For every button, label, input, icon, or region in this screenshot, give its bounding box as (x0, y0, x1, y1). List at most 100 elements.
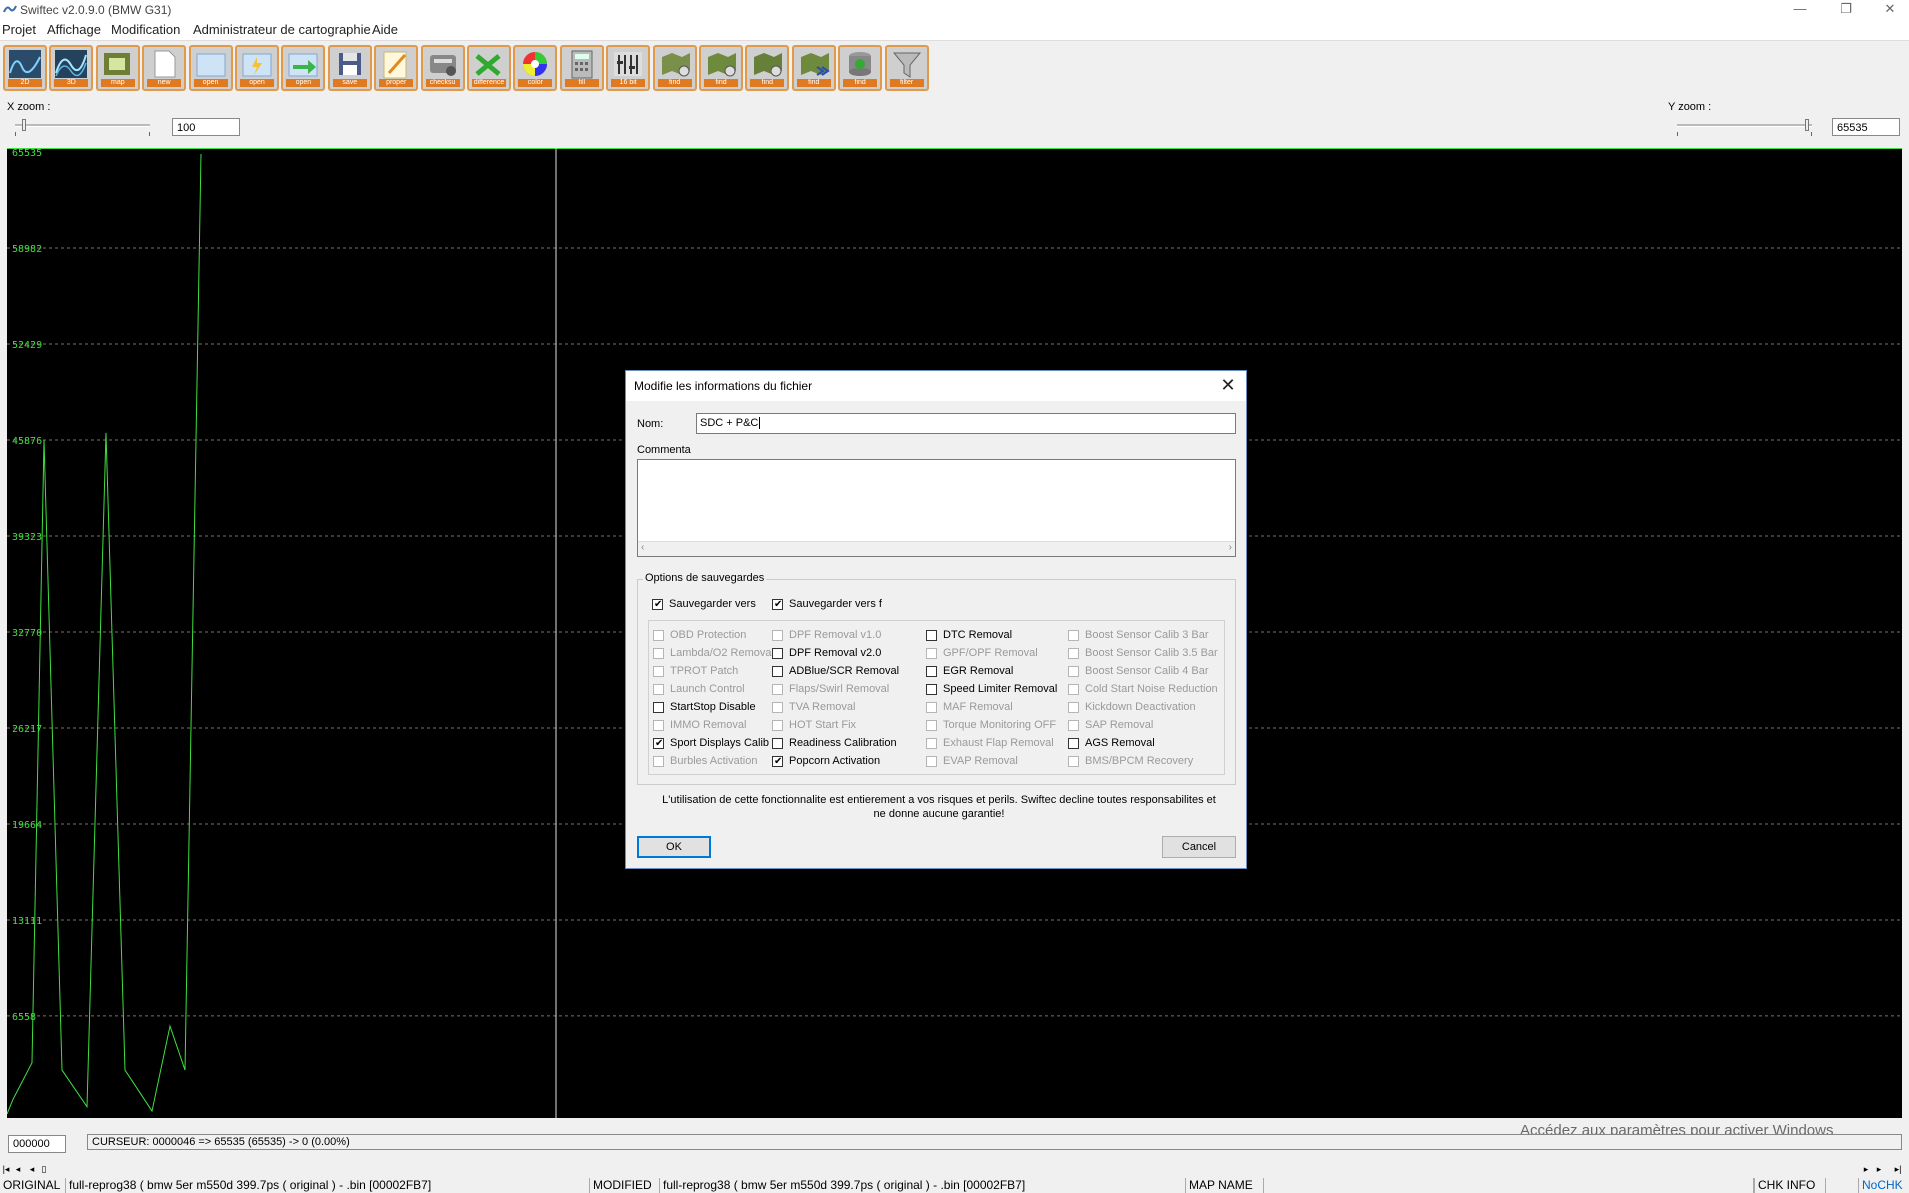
find-map-3-icon (754, 53, 783, 77)
immo-removal-label: IMMO Removal (670, 719, 747, 731)
comment-textarea[interactable]: ‹ › (637, 459, 1236, 557)
menu-affichage[interactable]: Affichage (47, 22, 101, 37)
find-next-icon (800, 53, 830, 76)
y-axis-tick-label: 32770 (12, 627, 43, 639)
open-flash-icon (242, 53, 272, 77)
calculator-icon (571, 50, 593, 79)
toolbar-button-12[interactable]: color (513, 45, 558, 91)
save-to-1-label: Sauvegarder vers (669, 598, 756, 610)
cancel-button[interactable]: Cancel (1162, 836, 1236, 858)
toolbar-button-label: open (193, 79, 228, 87)
difference-icon (475, 54, 501, 76)
menu-administrateur-de-cartographie[interactable]: Administrateur de cartographie (193, 22, 371, 37)
graph-scroll-bar[interactable]: |◂ ◂ ◂ ▯ ▸ ▸ ▸| (0, 1162, 1909, 1176)
toolbar-button-16[interactable]: find (699, 45, 743, 91)
toolbar-button-1[interactable]: 2D (3, 45, 47, 91)
toolbar-button-11[interactable]: difference (467, 45, 511, 91)
x-zoom-slider[interactable] (15, 124, 150, 127)
menu-bar: Projet Affichage Modification Administra… (0, 20, 1909, 41)
y-axis-tick-label: 65535 (12, 148, 43, 159)
scroll-next-button[interactable]: ▸ (1873, 1162, 1885, 1176)
status-original-label: ORIGINAL (0, 1178, 66, 1193)
ags-removal-label: AGS Removal (1085, 737, 1155, 749)
kickdown-deactivation-label: Kickdown Deactivation (1085, 701, 1196, 713)
flaps-swirl-removal-label: Flaps/Swirl Removal (789, 683, 890, 695)
boost-sensor-calib-3-5-bar-label: Boost Sensor Calib 3.5 Bar (1085, 647, 1218, 659)
toolbar-button-15[interactable]: find (652, 45, 697, 91)
scroll-next-page-button[interactable]: ▸ (1860, 1162, 1872, 1176)
scroll-right-icon[interactable]: › (1229, 542, 1232, 553)
title-bar: Swiftec v2.0.9.0 (BMW G31) — ❐ ✕ (0, 0, 1909, 20)
name-input[interactable]: SDC + P&C (696, 413, 1236, 434)
features-checkbox-grid: OBD Protection Lambda/O2 Remova TPROT Patc… (648, 620, 1225, 775)
scroll-prev-button[interactable]: ◂ (12, 1162, 24, 1176)
scroll-thumb[interactable]: ▯ (36, 1162, 52, 1176)
status-map-name-label: MAP NAME (1186, 1178, 1264, 1193)
toolbar-button-10[interactable]: checksu (420, 45, 465, 91)
maf-removal-label: MAF Removal (943, 701, 1013, 713)
scroll-last-button[interactable]: ▸| (1890, 1162, 1906, 1176)
y-zoom-input[interactable]: 65535 (1832, 118, 1900, 136)
menu-projet[interactable]: Projet (2, 22, 36, 37)
toolbar-button-label: find (796, 79, 831, 87)
toolbar-button-3[interactable]: map (95, 45, 140, 91)
y-zoom-tick-max (1811, 132, 1812, 136)
map-icon (103, 53, 130, 75)
16bit-icon (614, 52, 643, 76)
zoom-controls: X zoom : 100 Y zoom : 65535 (0, 95, 1909, 147)
scroll-first-button[interactable]: |◂ (0, 1162, 12, 1176)
status-nochk: NoCHK (1858, 1178, 1909, 1193)
toolbar-button-label: filter (889, 79, 924, 87)
toolbar-button-label: 3D (54, 79, 89, 87)
toolbar-button-20[interactable]: filter (884, 45, 929, 91)
toolbar-button-7[interactable]: open (281, 45, 326, 91)
checkmark-icon: ✔ (774, 599, 783, 610)
y-zoom-slider[interactable] (1677, 124, 1812, 127)
swiftec-logo-icon (3, 5, 17, 13)
dialog-title: Modifie les informations du fichier (634, 379, 813, 393)
toolbar-button-label: difference (472, 79, 506, 87)
toolbar-button-8[interactable]: save (327, 45, 372, 91)
menu-aide[interactable]: Aide (372, 22, 398, 37)
y-axis-tick-label: 13111 (12, 915, 43, 927)
toolbar-button-label: find (657, 79, 692, 87)
toolbar-button-14[interactable]: 16 bit (606, 45, 651, 91)
address-input[interactable]: 000000 (8, 1135, 66, 1153)
toolbar-button-18[interactable]: find (791, 45, 836, 91)
save-options-group: Options de sauvegardes ✔ Sauvegarder ver… (637, 572, 1236, 785)
speed-limiter-removal-label: Speed Limiter Removal (943, 683, 1058, 695)
x-zoom-input[interactable]: 100 (172, 118, 240, 136)
toolbar-button-5[interactable]: open (188, 45, 233, 91)
popcorn-activation-label: Popcorn Activation (789, 755, 881, 767)
status-original-file: full-reprog38 ( bmw 5er m550d 399.7ps ( … (66, 1178, 590, 1193)
y-zoom-slider-thumb[interactable] (1805, 119, 1810, 131)
toolbar-button-label: find (750, 79, 785, 87)
dialog-close-icon[interactable]: ✕ (1216, 373, 1240, 397)
toolbar-button-17[interactable]: find (745, 45, 790, 91)
menu-modification[interactable]: Modification (111, 22, 180, 37)
save-to-2-label: Sauvegarder vers f (789, 598, 882, 610)
toolbar-button-19[interactable]: find (838, 45, 883, 91)
x-zoom-label: X zoom : (7, 101, 51, 113)
ok-button[interactable]: OK (637, 836, 711, 858)
evap-removal-label: EVAP Removal (943, 755, 1018, 767)
close-window-button[interactable]: ✕ (1870, 0, 1909, 20)
status-modified-label: MODIFIED (590, 1178, 660, 1193)
toolbar-button-6[interactable]: open (235, 45, 279, 91)
egr-removal-label: EGR Removal (943, 665, 1014, 677)
restore-button[interactable]: ❐ (1826, 0, 1866, 20)
toolbar-button-4[interactable]: new (142, 45, 187, 91)
status-chk-info: CHK INFO (1754, 1178, 1826, 1193)
minimize-button[interactable]: — (1780, 0, 1820, 20)
toolbar-button-13[interactable]: fill (559, 45, 604, 91)
x-zoom-slider-thumb[interactable] (21, 119, 26, 131)
toolbar-button-9[interactable]: proper (374, 45, 419, 91)
y-axis-tick-label: 26217 (12, 723, 43, 735)
startstop-disable-label: StartStop Disable (670, 701, 756, 713)
sap-removal-label: SAP Removal (1085, 719, 1154, 731)
toolbar-button-2[interactable]: 3D (49, 45, 94, 91)
comment-hscrollbar[interactable]: ‹ › (638, 541, 1235, 556)
scroll-left-icon[interactable]: ‹ (641, 542, 644, 553)
dpf-removal-v2-0-label: DPF Removal v2.0 (789, 647, 882, 659)
toolbar: 2D 3D map new open open open save proper checksu d… (0, 42, 1909, 94)
